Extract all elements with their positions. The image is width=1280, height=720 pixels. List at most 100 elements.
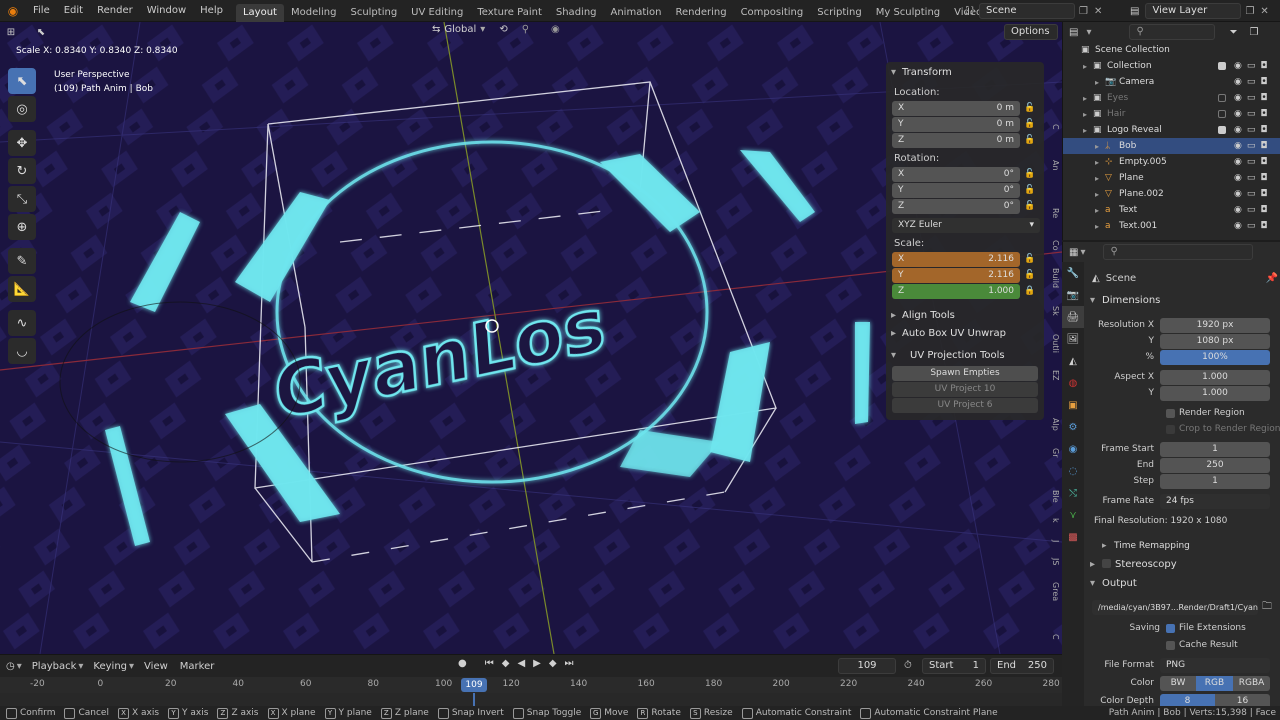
properties-search-input[interactable]: ⚲ bbox=[1103, 244, 1254, 260]
tab-compositing[interactable]: Compositing bbox=[734, 4, 811, 22]
output-header[interactable]: Output bbox=[1090, 575, 1137, 593]
monitor-icon[interactable]: ▭ bbox=[1247, 93, 1256, 103]
rotation-y-field[interactable]: Y 0° bbox=[892, 182, 1020, 198]
view-layer-copy-icon[interactable]: ❐ bbox=[1245, 6, 1254, 17]
disclosure-icon[interactable]: ▸ bbox=[1095, 174, 1105, 183]
lock-icon[interactable]: 🔓 bbox=[1020, 270, 1040, 280]
location-y-row[interactable]: Y 0 m 🔓 bbox=[892, 116, 1040, 132]
frame-start-field[interactable]: 1 bbox=[1160, 441, 1270, 457]
transform-tool-icon[interactable]: ⊕ bbox=[8, 214, 36, 240]
sidebar-tab[interactable]: Grea bbox=[1044, 582, 1060, 601]
pin-icon[interactable]: 📌 bbox=[1266, 273, 1278, 284]
folder-icon[interactable]: 🗀 bbox=[1262, 599, 1272, 616]
menu-render[interactable]: Render bbox=[90, 0, 140, 22]
resolution-percent-slider[interactable]: 100% bbox=[1160, 349, 1270, 365]
tab-layout[interactable]: Layout bbox=[235, 3, 284, 22]
lock-icon[interactable]: 🔓 bbox=[1020, 201, 1040, 211]
dimensions-header[interactable]: Dimensions bbox=[1090, 292, 1160, 310]
resolution-x-field[interactable]: 1920 px bbox=[1160, 317, 1270, 333]
eye-icon[interactable]: ◉ bbox=[1234, 189, 1242, 199]
lock-icon[interactable]: 🔓 bbox=[1020, 135, 1040, 145]
sidebar-tab[interactable]: J bbox=[1044, 540, 1060, 542]
location-x-row[interactable]: X 0 m 🔓 bbox=[892, 100, 1040, 116]
view-layer-field[interactable]: View Layer bbox=[1145, 3, 1242, 19]
render-region-checkbox[interactable] bbox=[1166, 408, 1175, 418]
menu-window[interactable]: Window bbox=[140, 0, 193, 22]
location-x-field[interactable]: X 0 m bbox=[892, 100, 1020, 116]
scale-z-field[interactable]: Z 1.000 bbox=[892, 283, 1020, 299]
current-frame-field[interactable]: 109 bbox=[838, 658, 896, 674]
resolution-y-field[interactable]: 1080 px bbox=[1160, 333, 1270, 349]
camera-icon[interactable]: ◘ bbox=[1260, 141, 1267, 151]
camera-icon[interactable]: ◘ bbox=[1260, 189, 1267, 199]
uv-project-6-button[interactable]: UV Project 6 bbox=[892, 398, 1038, 413]
disclosure-icon[interactable]: ▸ bbox=[1083, 110, 1093, 119]
outliner-row[interactable]: ▸ 📷 Camera ◉ ▭ ◘ bbox=[1063, 74, 1280, 90]
sidebar-tab[interactable]: C bbox=[1044, 634, 1060, 640]
eye-icon[interactable]: ◉ bbox=[1234, 125, 1242, 135]
next-keyframe-icon[interactable]: ◆ bbox=[549, 658, 557, 669]
align-tools-header[interactable]: Align Tools bbox=[886, 307, 1044, 325]
monitor-icon[interactable]: ▭ bbox=[1247, 189, 1256, 199]
view-layer-tab-icon[interactable]: 🖼 bbox=[1062, 328, 1084, 350]
scale-tool-icon[interactable]: ⤡ bbox=[8, 186, 36, 212]
spawn-empties-button[interactable]: Spawn Empties bbox=[892, 366, 1038, 381]
timeline-editor-icon[interactable]: ◷ bbox=[6, 661, 15, 672]
disclosure-icon[interactable]: ▸ bbox=[1095, 190, 1105, 199]
camera-icon[interactable]: ◘ bbox=[1260, 173, 1267, 183]
texture-tab-icon[interactable]: ▩ bbox=[1062, 526, 1084, 548]
camera-icon[interactable]: ◘ bbox=[1260, 125, 1267, 135]
camera-icon[interactable]: ◘ bbox=[1260, 61, 1267, 71]
eye-icon[interactable]: ◉ bbox=[1234, 109, 1242, 119]
play-reverse-icon[interactable]: ◀ bbox=[517, 658, 525, 669]
eye-icon[interactable]: ◉ bbox=[1234, 157, 1242, 167]
cache-result-row[interactable]: Cache Result bbox=[1166, 637, 1280, 653]
scene-selector[interactable]: ⛶ Scene ❐ ✕ bbox=[966, 3, 1102, 19]
rotation-mode-row[interactable]: XYZ Euler ▾ bbox=[892, 217, 1040, 233]
stereoscopy-header[interactable]: Stereoscopy bbox=[1090, 556, 1177, 574]
camera-icon[interactable]: ◘ bbox=[1260, 221, 1267, 231]
frame-step-field[interactable]: 1 bbox=[1160, 473, 1270, 489]
disclosure-icon[interactable]: ▸ bbox=[1095, 222, 1105, 231]
tab-texture-paint[interactable]: Texture Paint bbox=[470, 4, 549, 22]
pivot-icon[interactable]: ⟲ bbox=[499, 24, 507, 35]
rotate-tool-icon[interactable]: ↻ bbox=[8, 158, 36, 184]
exclude-checkbox[interactable] bbox=[1218, 126, 1226, 134]
exclude-checkbox[interactable] bbox=[1218, 94, 1226, 102]
scene-close-icon[interactable]: ✕ bbox=[1094, 6, 1102, 17]
aspect-x-field[interactable]: 1.000 bbox=[1160, 369, 1270, 385]
outliner-row[interactable]: ▸ a Text ◉ ▭ ◘ bbox=[1063, 202, 1280, 218]
monitor-icon[interactable]: ▭ bbox=[1247, 141, 1256, 151]
record-icon[interactable]: ● bbox=[458, 658, 467, 669]
filter-icon[interactable]: ⏷ bbox=[1229, 27, 1237, 38]
particles-tab-icon[interactable]: ◉ bbox=[1062, 438, 1084, 460]
editor-type-icon[interactable]: ⊞ bbox=[0, 21, 22, 43]
tab-animation[interactable]: Animation bbox=[604, 4, 669, 22]
monitor-icon[interactable]: ▭ bbox=[1247, 205, 1256, 215]
tab-modeling[interactable]: Modeling bbox=[284, 4, 344, 22]
disclosure-icon[interactable]: ▸ bbox=[1083, 126, 1093, 135]
sidebar-tab[interactable]: JS bbox=[1044, 558, 1060, 565]
scale-y-row[interactable]: Y 2.116 🔓 bbox=[892, 267, 1040, 283]
scene-field[interactable]: Scene bbox=[979, 3, 1075, 19]
modifier-tab-icon[interactable]: ⚙ bbox=[1062, 416, 1084, 438]
disclosure-icon[interactable]: ▸ bbox=[1095, 142, 1105, 151]
render-tab-icon[interactable]: 📷 bbox=[1062, 284, 1084, 306]
lock-icon[interactable]: 🔓 bbox=[1020, 119, 1040, 129]
curve-tool-icon[interactable]: ◡ bbox=[8, 338, 36, 364]
uv-projection-tools-header[interactable]: UV Projection Tools bbox=[886, 347, 1044, 365]
outliner-search-input[interactable]: ⚲ bbox=[1129, 24, 1216, 40]
prev-keyframe-icon[interactable]: ◆ bbox=[502, 658, 510, 669]
scale-x-row[interactable]: X 2.116 🔓 bbox=[892, 251, 1040, 267]
rotation-x-field[interactable]: X 0° bbox=[892, 166, 1020, 182]
scale-x-field[interactable]: X 2.116 bbox=[892, 251, 1020, 267]
camera-icon[interactable]: ◘ bbox=[1260, 109, 1267, 119]
tab-scripting[interactable]: Scripting bbox=[810, 4, 868, 22]
lock-icon[interactable]: 🔓 bbox=[1020, 185, 1040, 195]
snap-icon[interactable]: ⚲ bbox=[522, 24, 529, 35]
crop-region-row[interactable]: Crop to Render Region bbox=[1166, 421, 1280, 437]
frame-end-field[interactable]: 250 bbox=[1160, 457, 1270, 473]
outliner-editor-icon[interactable]: ▤ bbox=[1069, 27, 1078, 38]
sidebar-tab[interactable]: Alp bbox=[1044, 418, 1060, 431]
location-z-row[interactable]: Z 0 m 🔓 bbox=[892, 132, 1040, 148]
